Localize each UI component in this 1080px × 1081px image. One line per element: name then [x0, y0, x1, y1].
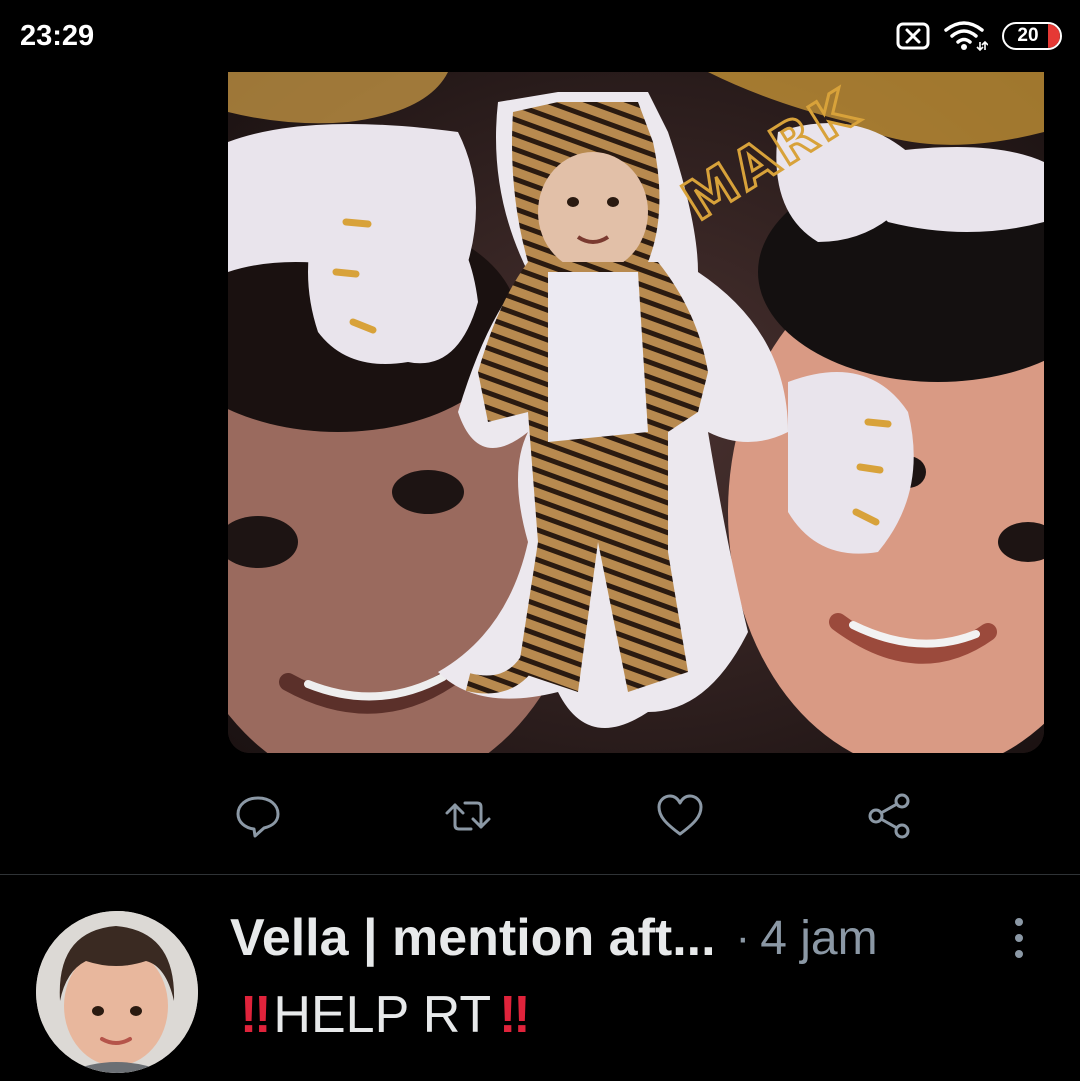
sim-off-icon	[896, 22, 930, 50]
reply-icon	[236, 796, 280, 838]
battery-level: 20	[1017, 25, 1039, 46]
double-exclamation-icon: ‼	[499, 986, 531, 1044]
status-icons: 20	[896, 18, 1062, 54]
battery-fill	[1048, 24, 1060, 48]
tweet-photo: MARK	[228, 72, 1044, 753]
status-bar: 23:29 20	[0, 0, 1080, 72]
retweet-icon	[445, 801, 491, 831]
tweet-media-image[interactable]: MARK	[228, 72, 1044, 753]
tweet-header: Vella | mention aft... · 4 jam	[230, 903, 878, 973]
like-button[interactable]	[652, 788, 708, 844]
avatar[interactable]	[36, 911, 198, 1073]
status-time: 23:29	[20, 20, 95, 52]
avatar-photo	[36, 911, 198, 1073]
battery-icon: 20	[1002, 22, 1062, 50]
separator-dot: ·	[735, 913, 751, 962]
like-icon	[657, 794, 703, 836]
tweet-text: HELP RT	[273, 986, 492, 1044]
tweet-actions	[226, 788, 926, 844]
reply-button[interactable]	[230, 788, 286, 844]
share-button[interactable]	[862, 788, 918, 844]
author-name[interactable]: Vella | mention aft...	[230, 908, 716, 968]
retweet-button[interactable]	[440, 788, 496, 844]
tweet-divider	[0, 874, 1080, 875]
wifi-icon	[944, 21, 988, 52]
share-icon	[868, 793, 910, 839]
tweet-timestamp[interactable]: 4 jam	[760, 911, 877, 966]
double-exclamation-icon: ‼	[240, 986, 272, 1044]
tweet-body: ‼ HELP RT ‼	[240, 980, 531, 1050]
more-vertical-icon[interactable]	[1002, 913, 1036, 963]
